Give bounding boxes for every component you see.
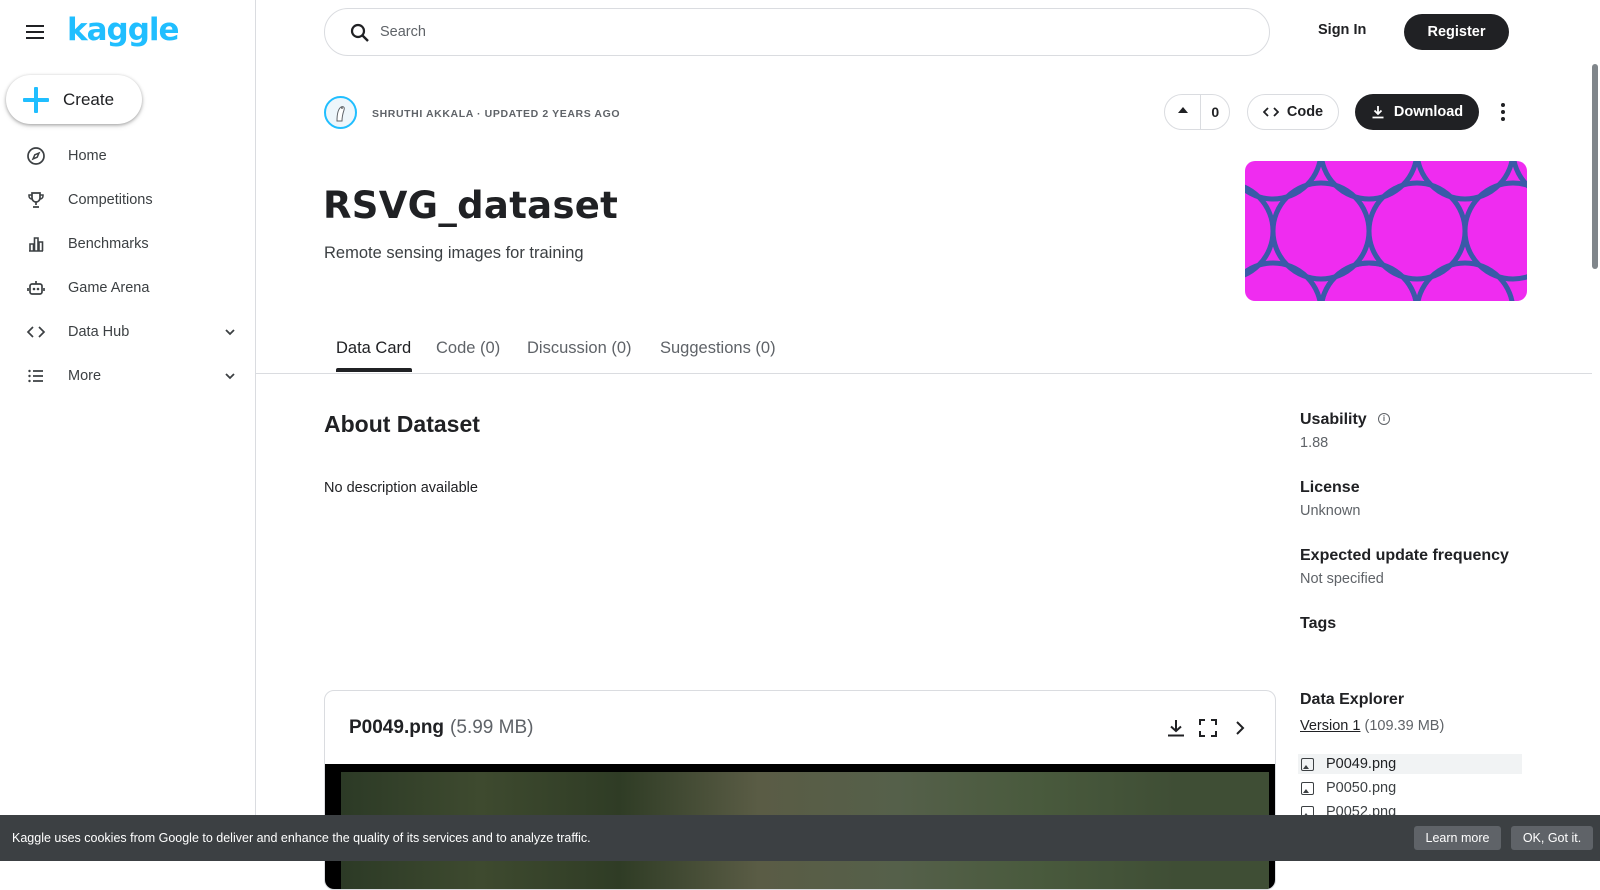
sidebar: kaggle Create Home Competitions Benchmar… xyxy=(0,0,256,861)
upvote-icon[interactable] xyxy=(1165,95,1202,129)
scales-pattern xyxy=(1245,161,1527,301)
sidebar-item-home[interactable]: Home xyxy=(0,136,250,176)
plus-icon xyxy=(22,86,50,114)
chevron-down-icon[interactable] xyxy=(222,368,238,384)
data-explorer-label: Data Explorer xyxy=(1300,691,1405,708)
file-name: P0049.png xyxy=(1326,756,1397,772)
update-frequency-label: Expected update frequency xyxy=(1300,547,1509,564)
version-link[interactable]: Version 1 xyxy=(1300,718,1360,734)
update-frequency-value: Not specified xyxy=(1300,571,1384,587)
tab-code[interactable]: Code (0) xyxy=(436,339,500,358)
avatar-bird-icon xyxy=(336,106,345,122)
tab-suggestions[interactable]: Suggestions (0) xyxy=(660,339,776,358)
image-file-icon xyxy=(1301,781,1314,795)
about-description: No description available xyxy=(324,480,478,496)
active-tab-indicator xyxy=(336,368,412,372)
vote-count: 0 xyxy=(1211,104,1220,120)
fullscreen-icon[interactable] xyxy=(1197,717,1219,739)
bar-chart-icon xyxy=(29,237,44,252)
sidebar-item-label: Game Arena xyxy=(68,280,150,296)
info-icon[interactable]: i xyxy=(1378,413,1390,425)
code-button[interactable]: Code xyxy=(1247,94,1339,130)
more-options-icon[interactable] xyxy=(1493,100,1513,124)
version-size: (109.39 MB) xyxy=(1364,718,1445,734)
preview-file-name: P0049.png xyxy=(349,717,445,738)
about-heading: About Dataset xyxy=(324,411,480,437)
cookie-banner: Kaggle uses cookies from Google to deliv… xyxy=(0,815,1600,861)
avatar[interactable] xyxy=(324,96,357,129)
kaggle-logo[interactable]: kaggle xyxy=(67,12,180,48)
menu-icon[interactable] xyxy=(24,20,48,44)
sign-in-button[interactable]: Sign In xyxy=(1310,18,1374,46)
create-button[interactable]: Create xyxy=(6,75,142,124)
list-icon xyxy=(28,369,43,383)
preview-file-size: (5.99 MB) xyxy=(450,717,534,738)
dataset-tabs: Data Card Code (0) Discussion (0) Sugges… xyxy=(256,334,1592,374)
tags-label: Tags xyxy=(1300,615,1337,632)
chevron-down-icon[interactable] xyxy=(222,324,238,340)
robot-icon xyxy=(27,281,45,295)
tab-data-card[interactable]: Data Card xyxy=(336,339,411,358)
cookie-text: Kaggle uses cookies from Google to deliv… xyxy=(12,831,591,845)
code-brackets-icon xyxy=(1262,107,1279,117)
version-line: Version 1 (109.39 MB) xyxy=(1300,718,1444,734)
code-brackets-icon xyxy=(26,326,46,338)
file-name: P0050.png xyxy=(1326,780,1397,796)
sidebar-item-label: Competitions xyxy=(68,192,153,208)
upvote-control: 0 xyxy=(1164,94,1230,130)
usability-value: 1.88 xyxy=(1300,435,1329,451)
download-button-label: Download xyxy=(1393,104,1464,120)
download-icon[interactable] xyxy=(1165,717,1187,739)
ok-got-it-button[interactable]: OK, Got it. xyxy=(1511,826,1593,850)
file-tree-item[interactable]: P0050.png xyxy=(1298,778,1522,798)
usability-label: Usability xyxy=(1300,411,1367,428)
download-button[interactable]: Download xyxy=(1355,94,1479,130)
file-tree-item[interactable]: P0049.png xyxy=(1298,754,1522,774)
sidebar-item-benchmarks[interactable]: Benchmarks xyxy=(0,224,250,264)
sidebar-item-label: Data Hub xyxy=(68,324,130,340)
chevron-right-icon[interactable] xyxy=(1229,717,1251,739)
tab-discussion[interactable]: Discussion (0) xyxy=(527,339,632,358)
sidebar-item-data-hub[interactable]: Data Hub xyxy=(0,312,250,352)
create-label: Create xyxy=(63,89,115,109)
register-button[interactable]: Register xyxy=(1404,14,1509,50)
scrollbar[interactable] xyxy=(1592,64,1598,269)
sidebar-item-more[interactable]: More xyxy=(0,356,250,396)
sidebar-item-label: Benchmarks xyxy=(68,236,149,252)
dataset-cover-image xyxy=(1245,161,1527,301)
trophy-icon xyxy=(28,192,44,208)
page-title: RSVG_dataset xyxy=(323,184,619,227)
search-bar[interactable] xyxy=(324,8,1270,56)
sidebar-item-competitions[interactable]: Competitions xyxy=(0,180,250,220)
code-button-label: Code xyxy=(1286,104,1324,120)
sidebar-item-label: Home xyxy=(68,148,107,164)
sidebar-item-game-arena[interactable]: Game Arena xyxy=(0,268,250,308)
page-subtitle: Remote sensing images for training xyxy=(324,244,584,262)
preview-file-title: P0049.png (5.99 MB) xyxy=(349,717,533,739)
image-file-icon xyxy=(1301,757,1314,771)
learn-more-button[interactable]: Learn more xyxy=(1414,826,1501,850)
owner-updated-line[interactable]: SHRUTHI AKKALA · UPDATED 2 YEARS AGO xyxy=(372,108,620,120)
license-value: Unknown xyxy=(1300,503,1361,519)
compass-icon xyxy=(27,147,45,165)
search-input[interactable] xyxy=(380,21,980,43)
search-icon xyxy=(350,23,369,42)
sidebar-item-label: More xyxy=(68,368,102,384)
download-icon xyxy=(1372,106,1384,119)
license-label: License xyxy=(1300,479,1360,496)
